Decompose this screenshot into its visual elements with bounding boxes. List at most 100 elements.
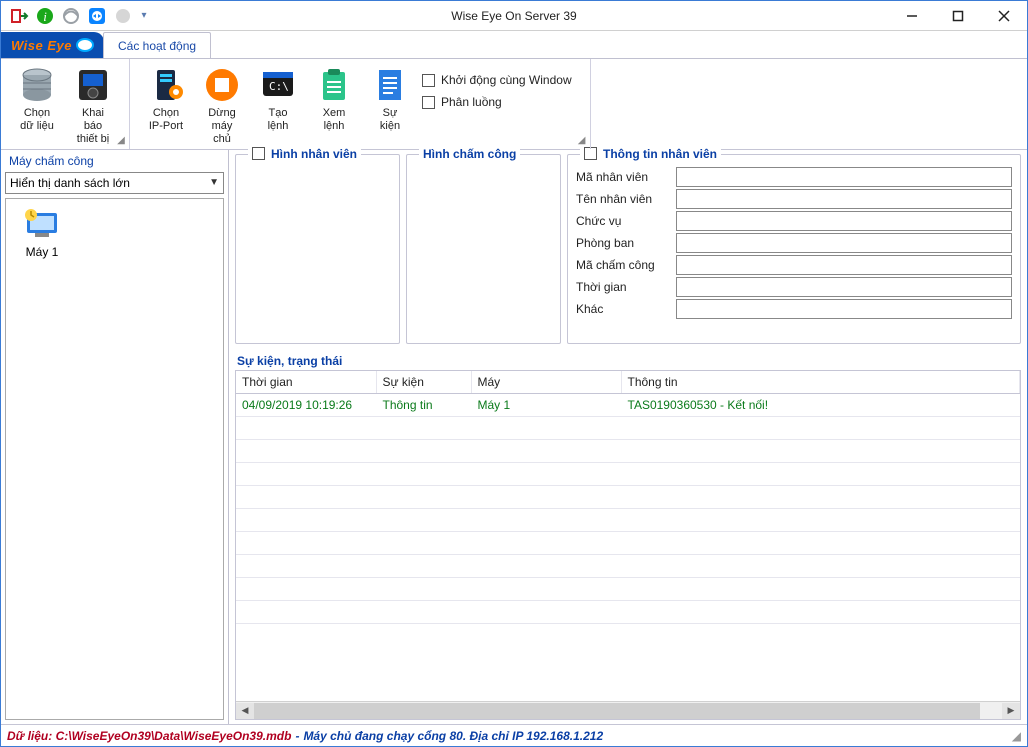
table-header-row: Thời gian Sự kiện Máy Thông tin	[236, 371, 1020, 394]
col-event[interactable]: Sự kiện	[376, 371, 471, 394]
device-list-title: Máy chấm công	[5, 152, 224, 170]
tab-row: Wise Eye Các hoạt động	[1, 31, 1027, 59]
status-separator: -	[295, 729, 299, 743]
teamviewer-icon[interactable]	[85, 4, 109, 28]
view-mode-value: Hiển thị danh sách lớn	[10, 176, 130, 190]
ribbon: Chọn dữ liệu Khai báo thiết bị ◢ Chọn IP…	[1, 59, 1027, 150]
field-other-value[interactable]	[676, 299, 1012, 319]
ribbon-group-server: Chọn IP-Port Dừng máy chủ C:\ Tạo lệnh X…	[130, 59, 591, 149]
field-code-value[interactable]	[676, 167, 1012, 187]
choose-ipport-button[interactable]: Chọn IP-Port	[138, 63, 194, 133]
view-command-label: Xem lệnh	[323, 107, 346, 133]
maximize-button[interactable]	[935, 1, 981, 31]
app-window: i ▾ Wise Eye On Server 39 Wise Eye	[0, 0, 1028, 747]
field-time-label: Thời gian	[576, 280, 676, 294]
device-item-label: Máy 1	[26, 245, 59, 259]
scroll-right-icon[interactable]: ▶	[1002, 703, 1020, 719]
clipboard-icon	[314, 65, 354, 105]
view-command-button[interactable]: Xem lệnh	[306, 63, 362, 133]
resize-grip-icon[interactable]: ◢	[1012, 729, 1021, 743]
brand-text: Wise Eye	[11, 38, 72, 53]
cell-machine: Máy 1	[471, 393, 621, 416]
stop-icon	[202, 65, 242, 105]
scroll-track[interactable]	[254, 703, 1002, 719]
exit-icon[interactable]	[7, 4, 31, 28]
status-bar: Dữ liệu: C:\WiseEyeOn39\Data\WiseEyeOn39…	[1, 724, 1027, 746]
field-position-label: Chức vụ	[576, 214, 676, 228]
server-icon	[146, 65, 186, 105]
checkbox-icon[interactable]	[584, 147, 597, 160]
declare-device-button[interactable]: Khai báo thiết bị	[65, 63, 121, 147]
view-mode-combo[interactable]: Hiển thị danh sách lớn ▼	[5, 172, 224, 194]
info-icon[interactable]: i	[33, 4, 57, 28]
database-icon	[17, 65, 57, 105]
employee-info-title: Thông tin nhân viên	[580, 147, 721, 161]
ribbon-group-data: Chọn dữ liệu Khai báo thiết bị ◢	[1, 59, 130, 149]
minimize-button[interactable]	[889, 1, 935, 31]
employee-image-title-text: Hình nhân viên	[271, 147, 357, 161]
svg-text:C:\: C:\	[269, 80, 289, 93]
checkbox-icon	[422, 74, 435, 87]
table-row: .	[236, 531, 1020, 554]
scroll-left-icon[interactable]: ◀	[236, 703, 254, 719]
events-title: Sự kiện, trạng thái	[237, 354, 1021, 368]
group-launcher-icon[interactable]: ◢	[576, 135, 588, 147]
group-launcher-icon[interactable]: ◢	[115, 135, 127, 147]
ribbon-checks: Khởi động cùng Window Phân luồng	[418, 63, 582, 119]
disabled-icon	[111, 4, 135, 28]
col-info[interactable]: Thông tin	[621, 371, 1020, 394]
startup-checkbox-label: Khởi động cùng Window	[441, 73, 572, 87]
events-table: Thời gian Sự kiện Máy Thông tin 04/09/20…	[236, 371, 1020, 624]
device-monitor-icon	[21, 205, 63, 243]
document-icon	[370, 65, 410, 105]
choose-ipport-label: Chọn IP-Port	[149, 107, 183, 133]
events-grid[interactable]: Thời gian Sự kiện Máy Thông tin 04/09/20…	[236, 371, 1020, 701]
chevron-down-icon: ▼	[209, 177, 219, 188]
event-button[interactable]: Sự kiện	[362, 63, 418, 133]
field-name-value[interactable]	[676, 189, 1012, 209]
col-time[interactable]: Thời gian	[236, 371, 376, 394]
device-list[interactable]: Máy 1	[5, 198, 224, 720]
table-row: .	[236, 416, 1020, 439]
stop-server-button[interactable]: Dừng máy chủ	[194, 63, 250, 147]
right-pane: Hình nhân viên Hình chấm công Thông tin …	[229, 150, 1027, 724]
quick-access-toolbar: i ▾	[1, 4, 151, 28]
startup-checkbox[interactable]: Khởi động cùng Window	[422, 73, 572, 87]
title-bar: i ▾ Wise Eye On Server 39	[1, 1, 1027, 31]
field-attcode-value[interactable]	[676, 255, 1012, 275]
scroll-thumb[interactable]	[254, 703, 980, 719]
table-row: .	[236, 485, 1020, 508]
eye-icon	[76, 38, 94, 52]
table-row: .	[236, 439, 1020, 462]
field-time-value[interactable]	[676, 277, 1012, 297]
choose-data-button[interactable]: Chọn dữ liệu	[9, 63, 65, 133]
employee-image-title: Hình nhân viên	[248, 147, 361, 161]
tab-activities[interactable]: Các hoạt động	[103, 32, 211, 58]
employee-info-title-text: Thông tin nhân viên	[603, 147, 717, 161]
declare-device-label: Khai báo thiết bị	[77, 107, 109, 147]
top-panels: Hình nhân viên Hình chấm công Thông tin …	[235, 154, 1021, 344]
table-row[interactable]: 04/09/2019 10:19:26 Thông tin Máy 1 TAS0…	[236, 393, 1020, 416]
cmd-icon: C:\	[258, 65, 298, 105]
create-command-label: Tạo lệnh	[268, 107, 289, 133]
ie-icon[interactable]	[59, 4, 83, 28]
close-button[interactable]	[981, 1, 1027, 31]
employee-info-panel: Thông tin nhân viên Mã nhân viên Tên nhâ…	[567, 154, 1021, 344]
stop-server-label: Dừng máy chủ	[208, 107, 236, 147]
col-machine[interactable]: Máy	[471, 371, 621, 394]
qat-dropdown-icon[interactable]: ▾	[137, 4, 151, 28]
brand-tab[interactable]: Wise Eye	[1, 32, 104, 58]
field-code-label: Mã nhân viên	[576, 170, 676, 184]
cell-info: TAS0190360530 - Kết nối!	[621, 393, 1020, 416]
status-data-path: Dữ liệu: C:\WiseEyeOn39\Data\WiseEyeOn39…	[7, 729, 291, 743]
table-row: .	[236, 600, 1020, 623]
checkbox-icon[interactable]	[252, 147, 265, 160]
threading-checkbox[interactable]: Phân luồng	[422, 95, 572, 109]
svg-text:i: i	[43, 9, 47, 24]
field-dept-value[interactable]	[676, 233, 1012, 253]
field-position-value[interactable]	[676, 211, 1012, 231]
device-item[interactable]: Máy 1	[12, 205, 72, 259]
horizontal-scrollbar[interactable]: ◀ ▶	[236, 701, 1020, 719]
create-command-button[interactable]: C:\ Tạo lệnh	[250, 63, 306, 133]
window-controls	[889, 1, 1027, 31]
